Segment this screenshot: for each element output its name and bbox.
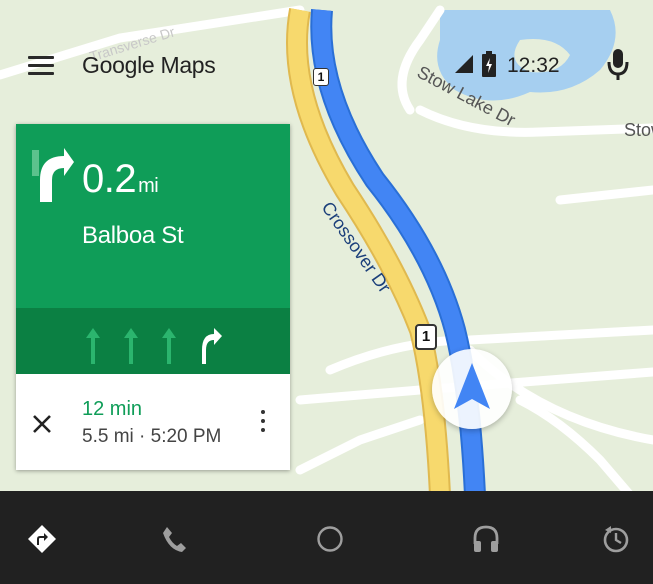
battery-icon	[482, 51, 496, 77]
navigation-card: 0.2 mi Balboa St 12 min 5.5 mi · 5:20 PM	[16, 124, 290, 470]
route-shield-lower: 1	[415, 324, 437, 350]
lane-guidance	[16, 308, 290, 374]
turn-right-icon	[32, 148, 74, 202]
android-auto-screen: Transverse Dr Stow Lake Dr Stow Crossove…	[0, 0, 653, 584]
eta-detail: 5.5 mi · 5:20 PM	[82, 426, 222, 447]
menu-icon[interactable]	[28, 56, 54, 78]
signal-icon	[455, 55, 473, 73]
app-title: Google Maps	[82, 52, 216, 78]
home-circle-icon	[317, 526, 343, 552]
turn-distance: 0.2 mi	[82, 156, 159, 209]
turn-instruction-panel[interactable]: 0.2 mi Balboa St	[16, 124, 290, 308]
eta-duration: 12 min	[82, 398, 143, 420]
navigation-arrow-marker	[432, 349, 512, 429]
navigation-diamond-icon	[28, 525, 56, 553]
lane-straight-icon	[162, 328, 176, 364]
turn-distance-unit: mi	[138, 175, 159, 197]
close-icon[interactable]	[30, 412, 54, 436]
top-bar: Google Maps 12:32	[0, 40, 653, 96]
nav-button-audio[interactable]	[466, 519, 506, 559]
recent-icon	[603, 526, 629, 553]
lane-straight-icon	[124, 328, 138, 364]
navigation-icon	[454, 363, 490, 409]
turn-distance-value: 0.2	[82, 157, 137, 201]
turn-street-name: Balboa St	[82, 222, 184, 249]
nav-button-home[interactable]	[310, 519, 350, 559]
status-clock: 12:32	[507, 54, 560, 77]
nav-button-navigation[interactable]	[22, 519, 62, 559]
map-label-stow: Stow	[624, 120, 653, 140]
nav-button-phone[interactable]	[154, 519, 194, 559]
mic-icon[interactable]	[606, 48, 630, 82]
nav-button-recent[interactable]	[596, 519, 636, 559]
headphones-icon	[473, 525, 499, 552]
lane-turn-right-icon	[202, 328, 222, 364]
eta-panel: 12 min 5.5 mi · 5:20 PM	[16, 374, 290, 470]
lane-straight-icon	[86, 328, 100, 364]
more-vert-icon[interactable]	[260, 410, 266, 438]
bottom-navigation-bar	[0, 491, 653, 584]
phone-icon	[163, 527, 186, 552]
